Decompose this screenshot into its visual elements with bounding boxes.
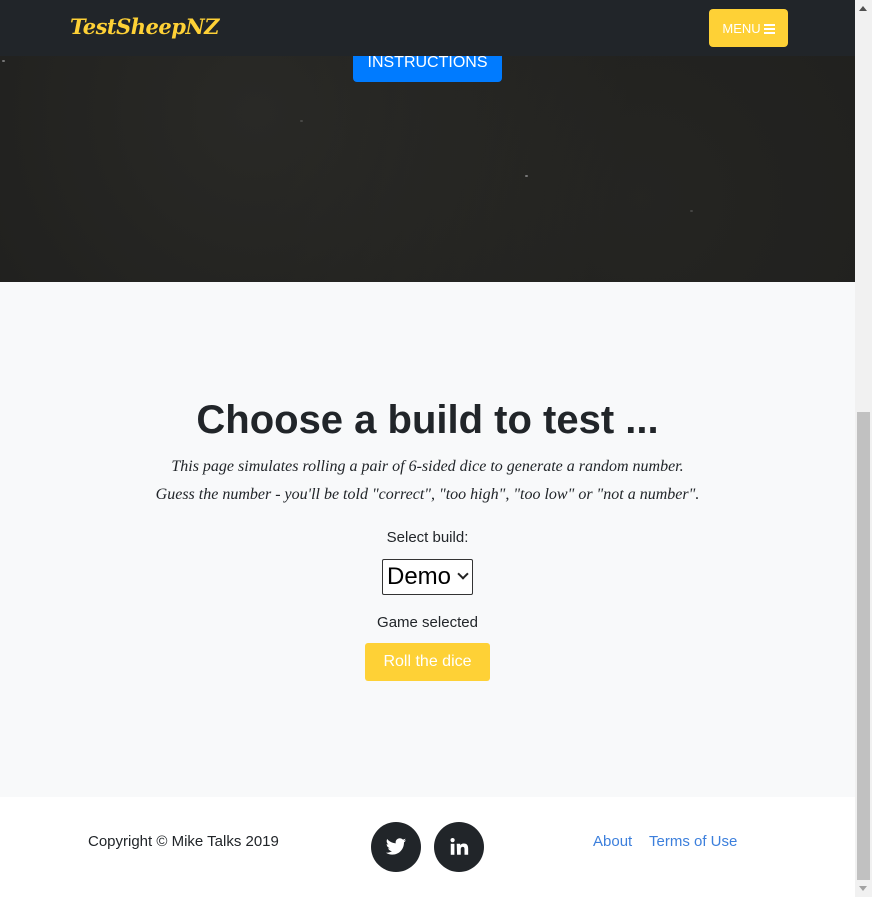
page-viewport: INSTRUCTIONS TestSheepNZ MENU Choose a b… xyxy=(0,0,855,897)
linkedin-button[interactable] xyxy=(434,822,484,872)
description-line-2: Guess the number - you'll be told "corre… xyxy=(155,486,700,503)
page-footer: Copyright © Mike Talks 2019 About Terms … xyxy=(0,797,855,897)
twitter-icon xyxy=(385,838,407,855)
linkedin-icon xyxy=(450,838,469,855)
scroll-up-icon[interactable] xyxy=(859,6,867,11)
menu-button[interactable]: MENU xyxy=(709,9,788,47)
page-title: Choose a build to test ... xyxy=(196,398,659,442)
vertical-scrollbar[interactable] xyxy=(855,0,872,897)
scrollbar-thumb[interactable] xyxy=(857,412,870,880)
select-build-label: Select build: xyxy=(386,529,469,546)
roll-dice-button[interactable]: Roll the dice xyxy=(365,643,490,681)
build-select[interactable]: Demo xyxy=(382,559,473,595)
about-link[interactable]: About xyxy=(593,833,632,850)
menu-label: MENU xyxy=(722,20,761,36)
chevron-down-icon xyxy=(457,568,469,580)
brand-logo[interactable]: TestSheepNZ xyxy=(70,14,219,39)
top-navbar: TestSheepNZ MENU xyxy=(0,0,855,56)
terms-link[interactable]: Terms of Use xyxy=(649,833,737,850)
scroll-down-icon[interactable] xyxy=(859,886,867,891)
build-select-value: Demo xyxy=(387,563,452,590)
copyright-text: Copyright © Mike Talks 2019 xyxy=(88,833,279,850)
twitter-button[interactable] xyxy=(371,822,421,872)
description-line-1: This page simulates rolling a pair of 6-… xyxy=(171,458,684,475)
game-section: Choose a build to test ... This page sim… xyxy=(0,282,855,797)
status-text: Game selected xyxy=(377,614,478,631)
hamburger-icon xyxy=(763,23,775,34)
